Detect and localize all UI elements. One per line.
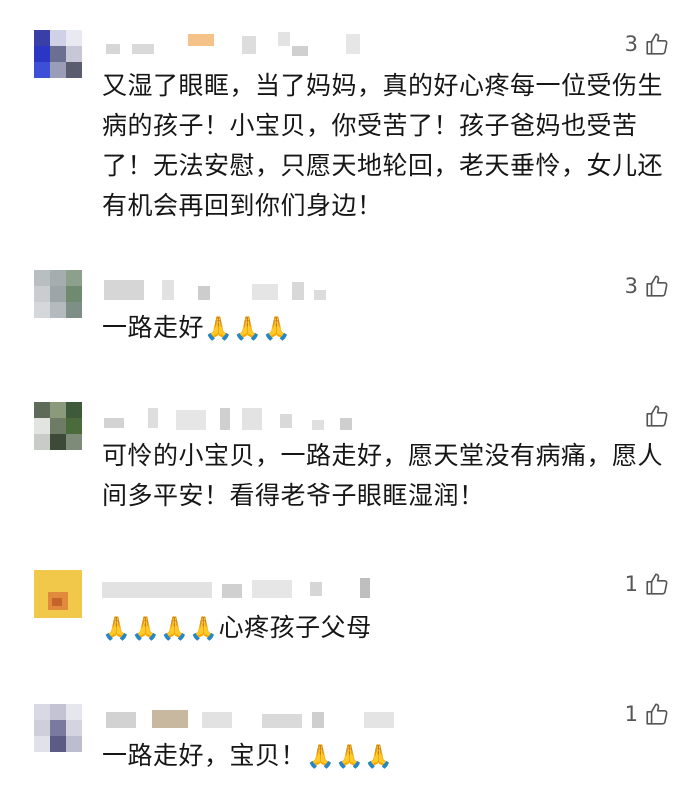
avatar[interactable] [34, 270, 82, 318]
like-control[interactable]: 1 [625, 698, 670, 730]
like-control[interactable]: 3 [625, 270, 670, 302]
username-obscured[interactable] [102, 276, 402, 306]
thumbs-up-icon[interactable] [644, 701, 670, 727]
like-count: 1 [624, 572, 638, 596]
comment-text-body: 心疼孩子父母 [218, 613, 372, 642]
comment-item: 可怜的小宝贝，一路走好，愿天堂没有病痛，愿人间多平安！看得老爷子眼眶湿润！ [0, 390, 700, 530]
username-obscured[interactable] [102, 704, 402, 734]
avatar[interactable] [34, 570, 82, 618]
comment-text-body: 一路走好 [102, 313, 205, 342]
thumbs-up-icon[interactable] [644, 31, 670, 57]
comment-text: 又湿了眼眶，当了妈妈，真的好心疼每一位受伤生病的孩子！小宝贝，你受苦了！孩子爸妈… [102, 71, 664, 220]
username-obscured[interactable] [102, 32, 402, 62]
pray-emoji: 🙏🙏🙏🙏 [102, 616, 219, 642]
pray-emoji: 🙏🙏🙏 [204, 316, 292, 342]
avatar[interactable] [34, 30, 82, 78]
avatar[interactable] [34, 704, 82, 752]
comment-text: 可怜的小宝贝，一路走好，愿天堂没有病痛，愿人间多平安！看得老爷子眼眶湿润！ [102, 441, 664, 510]
like-count: 3 [624, 32, 638, 56]
comment-item: 3 一路走好🙏🙏🙏 [0, 260, 700, 380]
thumbs-up-icon[interactable] [644, 403, 670, 429]
thumbs-up-icon[interactable] [644, 273, 670, 299]
comment-item: 3 又湿了眼眶，当了妈妈，真的好心疼每一位受伤生病的孩子！小宝贝，你受苦了！孩子… [0, 0, 700, 250]
thumbs-up-icon[interactable] [644, 571, 670, 597]
comment-text: 🙏🙏🙏🙏心疼孩子父母 [102, 608, 672, 649]
avatar[interactable] [34, 402, 82, 450]
like-count: 1 [624, 702, 638, 726]
like-control[interactable] [638, 400, 670, 432]
comment-item: 1 🙏🙏🙏🙏心疼孩子父母 [0, 560, 700, 670]
like-control[interactable]: 3 [625, 28, 670, 60]
username-obscured[interactable] [102, 406, 402, 436]
comment-item: 1 一路走好，宝贝！🙏🙏🙏 [0, 690, 700, 803]
username-obscured[interactable] [102, 572, 402, 602]
comment-text: 一路走好🙏🙏🙏 [102, 308, 672, 349]
comment-text: 一路走好，宝贝！🙏🙏🙏 [102, 736, 672, 777]
pray-emoji: 🙏🙏🙏 [306, 744, 394, 770]
comment-text-body: 一路走好，宝贝！ [102, 741, 307, 770]
like-control[interactable]: 1 [625, 568, 670, 600]
like-count: 3 [624, 274, 638, 298]
